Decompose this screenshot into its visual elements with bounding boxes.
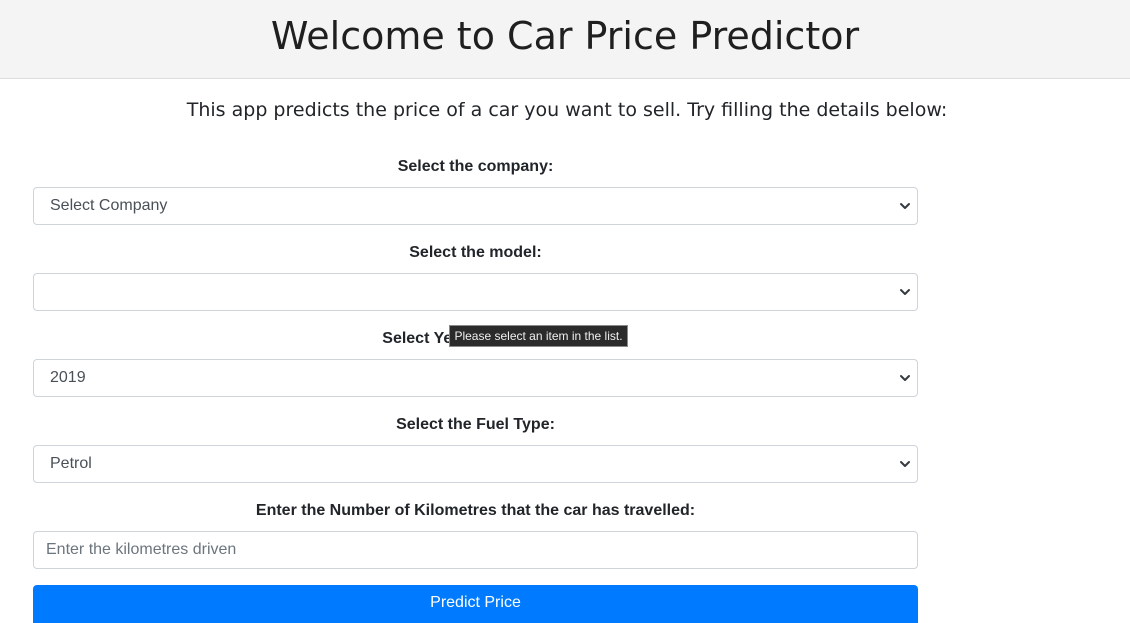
validation-tooltip: Please select an item in the list. (449, 325, 628, 347)
company-select-value: Select Company (50, 197, 168, 214)
fuel-select[interactable]: Petrol (33, 445, 918, 483)
kms-input-placeholder: Enter the kilometres driven (46, 541, 237, 558)
year-select[interactable]: 2019 (33, 359, 918, 397)
fuel-label: Select the Fuel Type: (396, 416, 555, 433)
page-header: Welcome to Car Price Predictor (0, 0, 1130, 79)
chevron-down-icon (900, 375, 910, 381)
fuel-select-value: Petrol (50, 455, 92, 472)
chevron-down-icon (900, 461, 910, 467)
kms-input[interactable]: Enter the kilometres driven (33, 531, 918, 569)
model-label: Select the model: (409, 244, 542, 261)
model-select[interactable] (33, 273, 918, 311)
kms-label: Enter the Number of Kilometres that the … (255, 502, 696, 519)
company-select[interactable]: Select Company (33, 187, 918, 225)
predict-price-button-label: Predict Price (430, 594, 521, 611)
year-select-value: 2019 (50, 369, 86, 386)
app-description: This app predicts the price of a car you… (186, 99, 948, 121)
chevron-down-icon (900, 289, 910, 295)
predict-price-button[interactable]: Predict Price (33, 585, 918, 623)
company-label: Select the company: (397, 158, 554, 175)
chevron-down-icon (900, 203, 910, 209)
page-title: Welcome to Car Price Predictor (270, 14, 860, 58)
